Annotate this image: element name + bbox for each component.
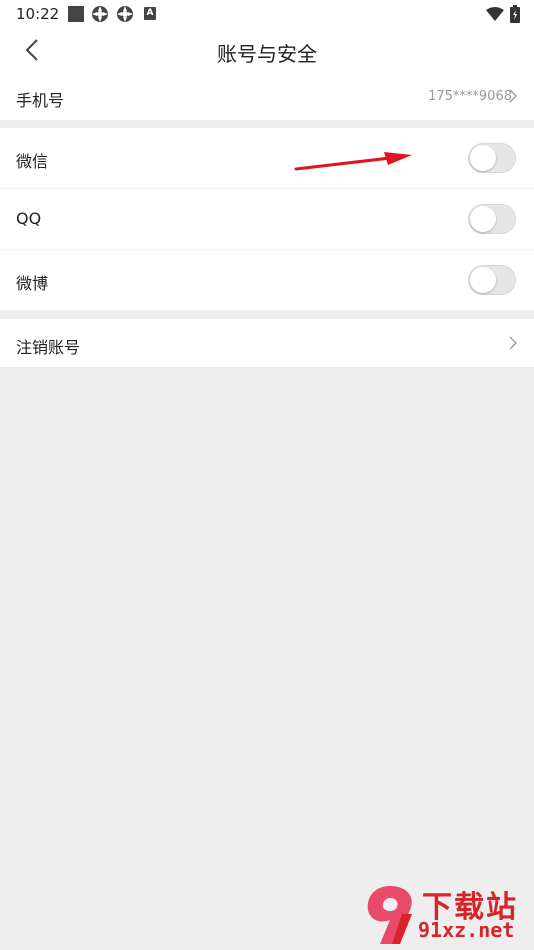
binding-label-weibo: 微博 [16, 274, 49, 293]
bindings-group: 微信 QQ 微博 [0, 128, 534, 310]
watermark-logo [367, 886, 412, 944]
chevron-right-icon [509, 336, 517, 350]
qq-toggle[interactable] [468, 204, 516, 234]
watermark-url: 91xz.net [418, 918, 515, 942]
cancel-account-label: 注销账号 [16, 338, 81, 357]
phone-row[interactable]: 手机号 175****9068 [0, 72, 534, 120]
phone-label: 手机号 [16, 91, 65, 110]
chevron-right-icon [509, 89, 517, 103]
page-title: 账号与安全 [217, 42, 317, 66]
binding-row-weibo: 微博 [0, 250, 534, 310]
cancel-account-row[interactable]: 注销账号 [0, 319, 534, 367]
annotation-arrow [294, 152, 412, 171]
binding-label-qq: QQ [16, 209, 42, 228]
settings-icon [92, 6, 108, 22]
status-time: 10:22 [16, 5, 60, 23]
wifi-icon [486, 7, 504, 21]
app-header: 账号与安全 [0, 28, 534, 72]
battery-icon [510, 5, 520, 23]
watermark: 下载站 91xz.net [358, 880, 534, 950]
toggle-knob [470, 267, 496, 293]
status-bar: 10:22 A [0, 0, 534, 28]
wechat-toggle[interactable] [468, 143, 516, 173]
toggle-knob [470, 206, 496, 232]
phone-value: 175****9068 [428, 89, 512, 104]
settings-icon [117, 6, 133, 22]
weibo-toggle[interactable] [468, 265, 516, 295]
binding-row-qq: QQ [0, 189, 534, 249]
binding-row-wechat: 微信 [0, 128, 534, 188]
binding-label-wechat: 微信 [16, 152, 49, 171]
a-icon: A [144, 7, 156, 20]
square-icon [68, 6, 84, 22]
toggle-knob [470, 145, 496, 171]
